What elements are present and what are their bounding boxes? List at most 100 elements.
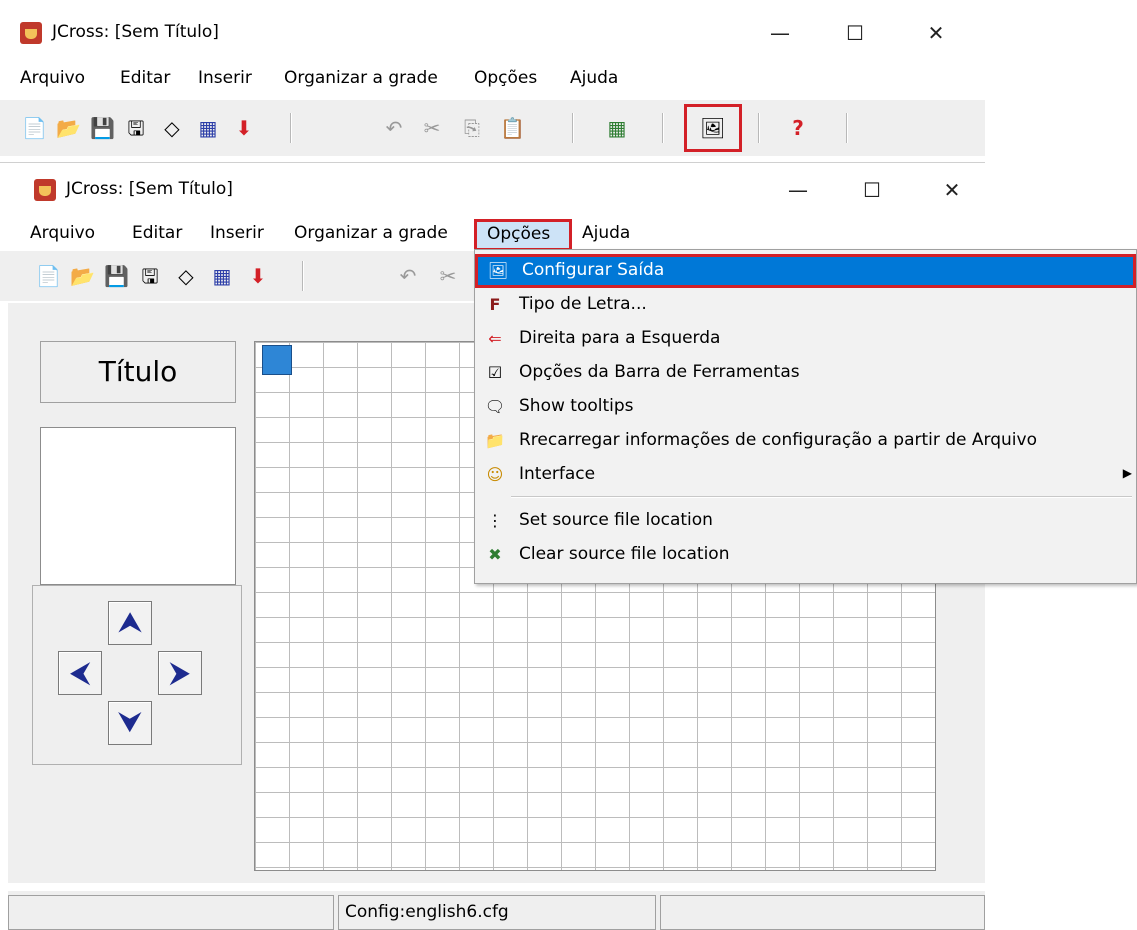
config-output-icon: 🖼	[487, 261, 509, 280]
grid-icon[interactable]: ▦	[605, 116, 629, 140]
cut-icon[interactable]: ✂	[420, 116, 444, 140]
back-menu-opcoes[interactable]: Opções	[474, 68, 537, 88]
status-cell-right	[660, 895, 985, 930]
reload-icon: 📁	[485, 431, 505, 450]
save-icon[interactable]: 💾	[90, 116, 115, 140]
menu-item-show-tooltips[interactable]: 🗨 Show tooltips	[475, 390, 1136, 424]
undo-icon[interactable]: ↶	[396, 264, 420, 288]
open-folder-icon[interactable]: 📂	[56, 116, 81, 140]
menu-item-tipo-de-letra[interactable]: F Tipo de Letra...	[475, 288, 1136, 322]
back-menu-organizar[interactable]: Organizar a grade	[284, 68, 438, 88]
export-arrow-icon[interactable]: ⬇	[232, 116, 256, 140]
menu-item-set-source[interactable]: ⋮ Set source file location	[475, 504, 1136, 538]
copy-icon[interactable]: ⎘	[460, 116, 484, 140]
menu-item-label: Configurar Saída	[522, 260, 665, 280]
back-window-title: JCross: [Sem Título]	[52, 22, 219, 42]
menu-item-barra-ferramentas[interactable]: ☑ Opções da Barra de Ferramentas	[475, 356, 1136, 390]
menu-item-label: Direita para a Esquerda	[519, 328, 721, 348]
toolbar-separator	[290, 113, 292, 143]
back-close-button[interactable]: ✕	[916, 18, 956, 48]
status-bar: Config:english6.cfg	[8, 891, 985, 930]
back-maximize-button[interactable]: ☐	[835, 18, 875, 48]
title-button-label: Título	[98, 355, 178, 388]
front-titlebar: JCross: [Sem Título] — ☐ ✕	[0, 163, 985, 211]
front-menubar: Arquivo Editar Inserir Organizar a grade…	[0, 219, 985, 251]
jcross-app-icon	[34, 179, 56, 201]
options-dropdown-menu: 🖼 Configurar Saída F Tipo de Letra... ⇐ …	[474, 249, 1137, 584]
title-button[interactable]: Título	[40, 341, 236, 403]
help-icon[interactable]: ?	[786, 116, 810, 140]
toolbar-separator	[846, 113, 848, 143]
close-button[interactable]: ✕	[932, 175, 972, 205]
menu-item-label: Tipo de Letra...	[519, 294, 647, 314]
menu-item-label: Rrecarregar informações de configuração …	[519, 430, 1037, 450]
back-menu-editar[interactable]: Editar	[120, 68, 170, 88]
cut-icon[interactable]: ✂	[436, 264, 460, 288]
new-file-icon[interactable]: 📄	[36, 264, 61, 288]
menu-item-label: Opções da Barra de Ferramentas	[519, 362, 800, 382]
status-config-text: Config:english6.cfg	[345, 902, 509, 922]
config-output-icon[interactable]: 🖼	[700, 116, 725, 140]
clear-source-icon: ✖	[488, 545, 502, 564]
menu-item-label: Interface	[519, 464, 596, 484]
menu-ajuda[interactable]: Ajuda	[582, 223, 630, 243]
export-arrow-icon[interactable]: ⬇	[246, 264, 270, 288]
back-titlebar: JCross: [Sem Título] — ☐ ✕	[0, 0, 985, 48]
save-as-icon[interactable]: 🖫	[138, 264, 162, 288]
menu-inserir[interactable]: Inserir	[210, 223, 264, 243]
jcross-app-icon	[20, 22, 42, 44]
undo-icon[interactable]: ↶	[382, 116, 406, 140]
menu-item-direita-esquerda[interactable]: ⇐ Direita para a Esquerda	[475, 322, 1136, 356]
menu-item-label: Clear source file location	[519, 544, 730, 564]
tooltip-icon: 🗨	[484, 397, 506, 416]
menu-item-interface[interactable]: ☺ Interface ▶	[475, 458, 1136, 492]
new-file-icon[interactable]: 📄	[22, 116, 47, 140]
menu-organizar[interactable]: Organizar a grade	[294, 223, 448, 243]
status-config: Config:english6.cfg	[338, 895, 656, 930]
maximize-button[interactable]: ☐	[852, 175, 892, 205]
menu-item-label: Show tooltips	[519, 396, 634, 416]
back-menu-inserir[interactable]: Inserir	[198, 68, 252, 88]
menu-item-recarregar[interactable]: 📁 Rrecarregar informações de configuraçã…	[475, 424, 1136, 458]
back-menu-arquivo[interactable]: Arquivo	[20, 68, 85, 88]
minimize-button[interactable]: —	[778, 175, 818, 205]
arrow-up-button[interactable]: ⮝	[108, 601, 152, 645]
save-icon[interactable]: 💾	[104, 264, 129, 288]
open-folder-icon[interactable]: 📂	[70, 264, 95, 288]
back-menu-ajuda[interactable]: Ajuda	[570, 68, 618, 88]
set-source-icon: ⋮	[487, 511, 503, 530]
submenu-arrow-icon: ▶	[1122, 466, 1132, 480]
menu-item-clear-source[interactable]: ✖ Clear source file location	[475, 538, 1136, 572]
back-toolbar: 📄 📂 💾 🖫 ◇ ▦ ⬇ ↶ ✂ ⎘ 📋 ▦ 🖼 ?	[0, 100, 985, 156]
back-minimize-button[interactable]: —	[760, 18, 800, 48]
save-as-icon[interactable]: 🖫	[124, 116, 148, 140]
status-cell-left	[8, 895, 334, 930]
web-page-icon[interactable]: ▦	[210, 264, 234, 288]
menu-editar[interactable]: Editar	[132, 223, 182, 243]
toolbar-separator	[662, 113, 664, 143]
arrow-down-button[interactable]: ⮟	[108, 701, 152, 745]
menu-separator	[511, 496, 1132, 498]
back-window: JCross: [Sem Título] — ☐ ✕ Arquivo Edita…	[0, 0, 985, 160]
toolbar-separator	[758, 113, 760, 143]
rtl-icon: ⇐	[488, 329, 502, 348]
menu-opcoes-active[interactable]: Opções	[474, 219, 572, 251]
eraser-icon[interactable]: ◇	[160, 116, 184, 140]
menu-arquivo[interactable]: Arquivo	[30, 223, 95, 243]
arrow-left-button[interactable]: ⮜	[58, 651, 102, 695]
font-icon: F	[489, 295, 501, 314]
front-window-title: JCross: [Sem Título]	[66, 179, 233, 199]
toolbar-separator	[572, 113, 574, 143]
menu-item-label: Set source file location	[519, 510, 713, 530]
arrow-right-button[interactable]: ⮞	[158, 651, 202, 695]
menu-item-configurar-saida[interactable]: 🖼 Configurar Saída	[475, 254, 1136, 288]
back-menubar: Arquivo Editar Inserir Organizar a grade…	[0, 64, 985, 94]
eraser-icon[interactable]: ◇	[174, 264, 198, 288]
interface-icon: ☺	[486, 465, 504, 484]
menu-opcoes: Opções	[487, 224, 551, 244]
clue-box[interactable]	[40, 427, 236, 585]
selected-grid-cell[interactable]	[262, 345, 292, 375]
web-page-icon[interactable]: ▦	[196, 116, 220, 140]
paste-icon[interactable]: 📋	[500, 116, 525, 140]
toolbar-separator	[302, 261, 304, 291]
